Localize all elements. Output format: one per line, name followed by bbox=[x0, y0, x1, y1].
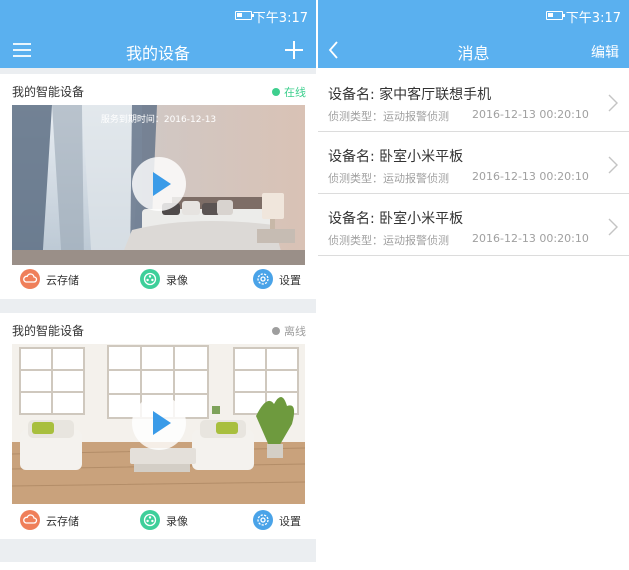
record-label: 录像 bbox=[166, 274, 188, 287]
card-header: 我的智能设备 在线 bbox=[0, 74, 316, 106]
message-item[interactable]: 设备名: 家中客厅联想手机 侦测类型：运动报警侦测 2016-12-13 00:… bbox=[318, 70, 629, 132]
nav-bar: 我的设备 bbox=[0, 32, 316, 68]
status-badge: 离线 bbox=[272, 323, 306, 339]
status-badge: 在线 bbox=[272, 84, 306, 100]
message-item[interactable]: 设备名: 卧室小米平板 侦测类型：运动报警侦测 2016-12-13 00:20… bbox=[318, 132, 629, 194]
message-timestamp: 2016-12-13 00:20:10 bbox=[472, 232, 589, 245]
camera-preview-living-room[interactable] bbox=[12, 344, 305, 504]
device-list-screen: 下午3:17 我的设备 我的智能设备 在线 服务到期时间：2016-12-13 … bbox=[0, 0, 316, 562]
message-device-name: 设备名: 卧室小米平板 bbox=[328, 211, 464, 227]
service-expiry: 服务到期时间：2016-12-13 bbox=[100, 115, 217, 125]
cloud-storage-label: 云存储 bbox=[46, 274, 79, 287]
message-item[interactable]: 设备名: 卧室小米平板 侦测类型：运动报警侦测 2016-12-13 00:20… bbox=[318, 194, 629, 256]
add-icon[interactable] bbox=[282, 38, 306, 62]
settings-icon bbox=[253, 269, 273, 289]
record-icon bbox=[140, 269, 160, 289]
settings-label: 设置 bbox=[279, 274, 301, 287]
status-bar: 下午3:17 bbox=[0, 0, 316, 32]
status-dot bbox=[272, 88, 280, 96]
status-time: 下午3:17 bbox=[565, 11, 621, 26]
device-actions: 云存储 录像 设置 bbox=[0, 506, 316, 538]
message-timestamp: 2016-12-13 00:20:10 bbox=[472, 108, 589, 121]
chevron-right-icon bbox=[607, 94, 619, 112]
status-label: 离线 bbox=[284, 325, 306, 338]
play-icon[interactable] bbox=[132, 157, 186, 211]
status-time: 下午3:17 bbox=[252, 11, 308, 26]
card-header: 我的智能设备 离线 bbox=[0, 313, 316, 345]
nav-bar: 消息 编辑 bbox=[318, 32, 629, 68]
message-detection-type: 侦测类型：运动报警侦测 bbox=[328, 110, 449, 123]
settings-icon bbox=[253, 510, 273, 530]
device-actions: 云存储 录像 设置 bbox=[0, 265, 316, 297]
device-name: 我的智能设备 bbox=[12, 85, 85, 99]
cloud-storage-icon bbox=[20, 510, 40, 530]
message-device-name: 设备名: 家中客厅联想手机 bbox=[328, 87, 492, 103]
chevron-right-icon bbox=[607, 156, 619, 174]
chevron-right-icon bbox=[607, 218, 619, 236]
record-icon bbox=[140, 510, 160, 530]
edit-button[interactable]: 编辑 bbox=[591, 42, 619, 62]
device-name: 我的智能设备 bbox=[12, 324, 85, 338]
play-icon[interactable] bbox=[132, 396, 186, 450]
cloud-storage-label: 云存储 bbox=[46, 515, 79, 528]
message-detection-type: 侦测类型：运动报警侦测 bbox=[328, 234, 449, 247]
status-label: 在线 bbox=[284, 86, 306, 99]
record-label: 录像 bbox=[166, 515, 188, 528]
settings-label: 设置 bbox=[279, 515, 301, 528]
device-card[interactable]: 我的智能设备 离线 云存储 录像 设置 bbox=[0, 313, 316, 539]
cloud-storage-icon bbox=[20, 269, 40, 289]
page-title: 我的设备 bbox=[125, 44, 190, 63]
page-title: 消息 bbox=[457, 44, 490, 63]
message-device-name: 设备名: 卧室小米平板 bbox=[328, 149, 464, 165]
device-card[interactable]: 我的智能设备 在线 服务到期时间：2016-12-13 云存储 录像 设置 bbox=[0, 74, 316, 299]
battery-icon bbox=[235, 11, 254, 20]
message-timestamp: 2016-12-13 00:20:10 bbox=[472, 170, 589, 183]
status-bar: 下午3:17 bbox=[318, 0, 629, 32]
message-detection-type: 侦测类型：运动报警侦测 bbox=[328, 172, 449, 185]
battery-icon bbox=[546, 11, 565, 20]
message-screen: 下午3:17 消息 编辑 设备名: 家中客厅联想手机 侦测类型：运动报警侦测 2… bbox=[318, 0, 629, 562]
camera-preview-bedroom[interactable]: 服务到期时间：2016-12-13 bbox=[12, 105, 305, 265]
status-dot bbox=[272, 327, 280, 335]
